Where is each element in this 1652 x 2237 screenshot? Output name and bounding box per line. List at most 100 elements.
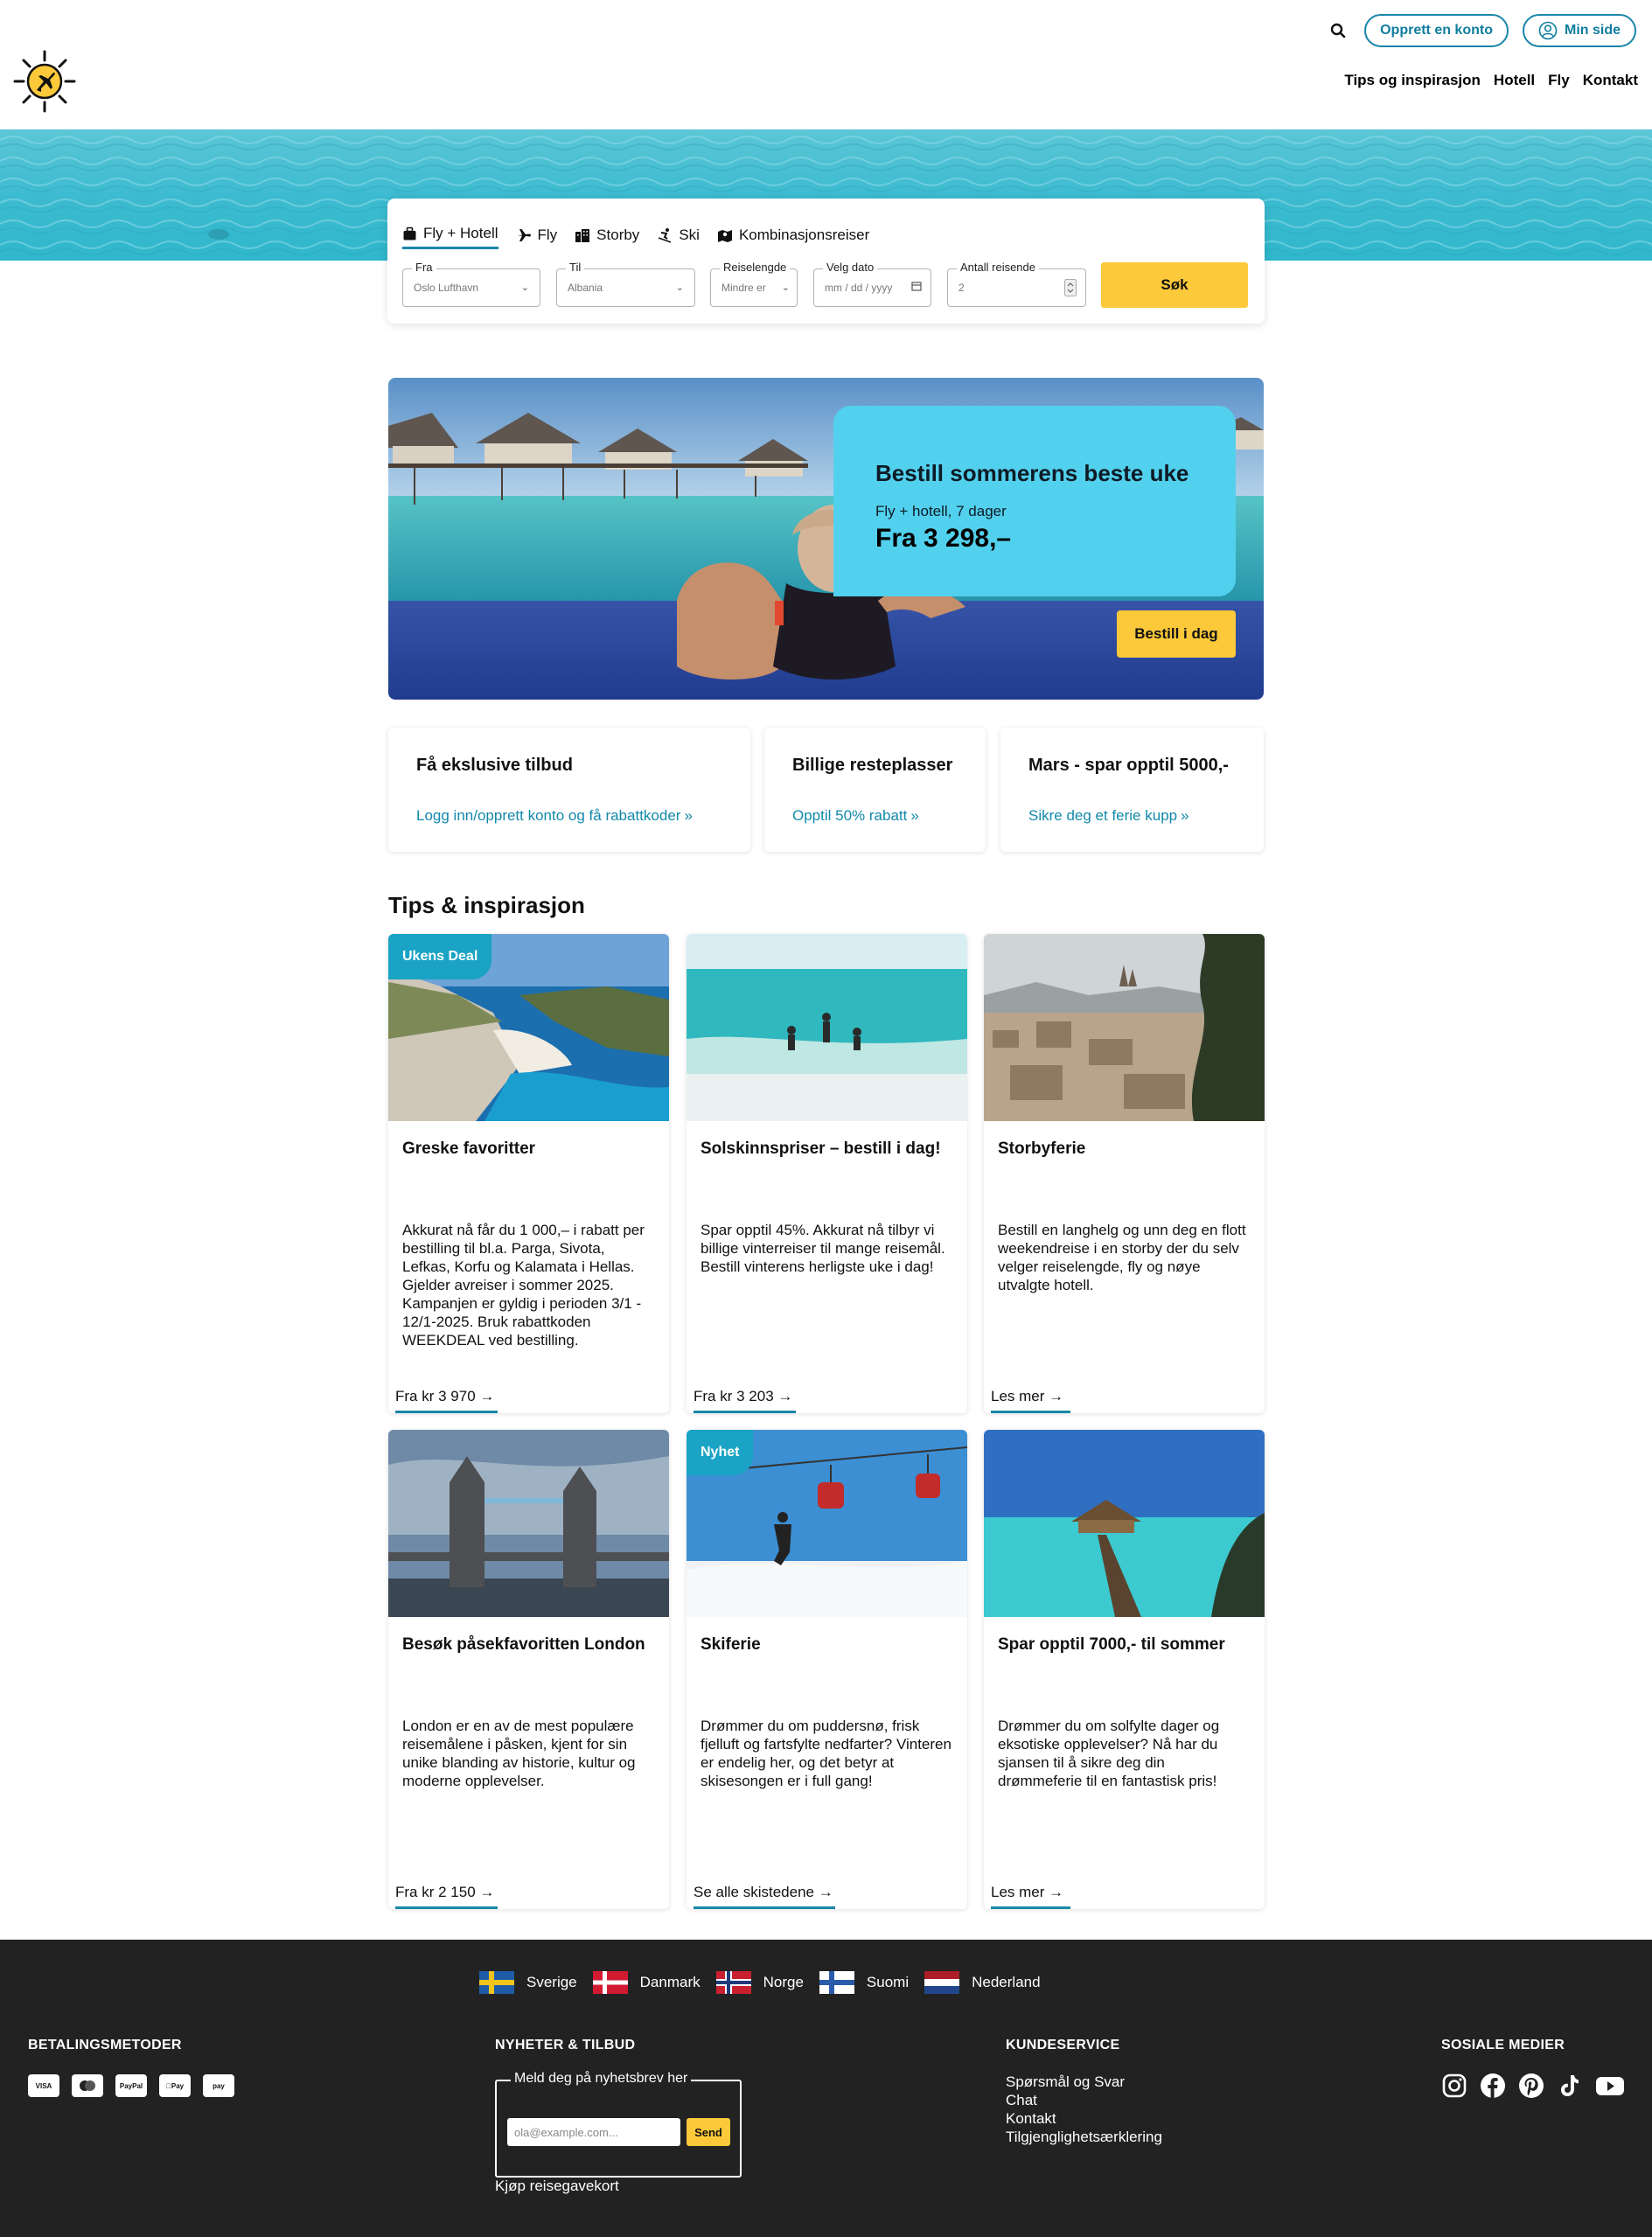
create-account-button[interactable]: Opprett en konto xyxy=(1364,14,1509,47)
length-label: Reiselengde xyxy=(720,261,791,274)
newsletter-box: Meld deg på nyhetsbrev her ola@example.c… xyxy=(495,2071,742,2178)
country-danmark[interactable]: Danmark xyxy=(592,1971,701,1994)
nav-fly[interactable]: Fly xyxy=(1548,72,1570,89)
tip-title: Besøk påsekfavoritten London xyxy=(402,1635,645,1654)
from-select[interactable]: Fra Oslo Lufthavn ⌄ xyxy=(402,261,540,307)
chat-link[interactable]: Chat xyxy=(1006,2091,1162,2109)
tip-link[interactable]: Les mer → xyxy=(991,1884,1070,1909)
tip-card[interactable]: Nyhet Skiferie Drømmer du om puddersnø, … xyxy=(687,1430,967,1909)
tab-fly-hotell[interactable]: Fly + Hotell xyxy=(402,225,498,249)
city-view-image xyxy=(984,934,1265,1121)
facebook-icon[interactable] xyxy=(1480,2073,1506,2099)
logo-sun-plane-icon[interactable] xyxy=(12,49,77,114)
tab-storby[interactable]: Storby xyxy=(575,225,639,249)
length-select[interactable]: Reiselengde Mindre er ⌄ xyxy=(710,261,798,307)
tab-kombinasjon[interactable]: Kombinasjonsreiser xyxy=(717,225,869,249)
my-page-button[interactable]: Min side xyxy=(1522,14,1636,47)
offer-title: Billige resteplasser xyxy=(792,756,953,775)
tower-bridge-image xyxy=(388,1430,669,1617)
travellers-label: Antall reisende xyxy=(957,261,1039,274)
tip-link-label: Les mer xyxy=(991,1388,1045,1404)
offer-title: Mars - spar opptil 5000,- xyxy=(1028,756,1229,775)
tip-text: Akkurat nå får du 1 000,– i rabatt per b… xyxy=(402,1222,645,1348)
tip-text: London er en av de mest populære reisemå… xyxy=(402,1718,636,1789)
tip-card[interactable]: Solskinnspriser – bestill i dag! Spar op… xyxy=(687,934,967,1413)
gift-card-link[interactable]: Kjøp reisegavekort xyxy=(495,2178,619,2195)
date-label: Velg dato xyxy=(823,261,878,274)
offer-link[interactable]: Opptil 50% rabatt» xyxy=(792,807,919,825)
tip-card[interactable]: Storbyferie Bestill en langhelg og unn d… xyxy=(984,934,1265,1413)
tip-card[interactable]: Besøk påsekfavoritten London London er e… xyxy=(388,1430,669,1909)
travellers-value: 2 xyxy=(958,282,965,294)
nav-kontakt[interactable]: Kontakt xyxy=(1583,72,1638,89)
tab-label: Storby xyxy=(596,226,640,243)
site-header: Opprett en konto Min side Tips og inspir… xyxy=(0,0,1652,129)
tip-link-label: Fra kr 3 970 xyxy=(395,1388,476,1404)
tip-title: Greske favoritter xyxy=(402,1139,536,1158)
calendar-icon[interactable] xyxy=(911,281,922,294)
chevron-down-icon: ⌄ xyxy=(675,282,684,293)
arrow-right-icon: → xyxy=(479,1884,495,1900)
newsletter-placeholder: ola@example.com... xyxy=(514,2125,618,2139)
country-norge[interactable]: Norge xyxy=(715,1971,804,1994)
tab-ski[interactable]: Ski xyxy=(657,225,700,249)
contact-link[interactable]: Kontakt xyxy=(1006,2109,1162,2128)
pinterest-icon[interactable] xyxy=(1518,2073,1544,2099)
chevron-down-icon: ⌄ xyxy=(520,282,529,293)
instagram-icon[interactable] xyxy=(1441,2073,1467,2099)
promo-price: Fra 3 298,– xyxy=(875,524,1012,553)
offer-link[interactable]: Sikre deg et ferie kupp» xyxy=(1028,807,1189,825)
tiktok-icon[interactable] xyxy=(1557,2073,1583,2099)
chevron-down-icon: ⌄ xyxy=(781,282,790,293)
accessibility-link[interactable]: Tilgjenglighetsærklering xyxy=(1006,2128,1162,2146)
offer-link-label: Logg inn/opprett konto og få rabattkoder xyxy=(416,807,681,824)
date-input[interactable]: Velg dato mm / dd / yyyy xyxy=(813,261,931,307)
offer-link[interactable]: Logg inn/opprett konto og få rabattkoder… xyxy=(416,807,693,825)
newsletter-send-label: Send xyxy=(694,2125,722,2139)
travellers-input[interactable]: Antall reisende 2 xyxy=(947,261,1086,307)
tip-link[interactable]: Se alle skistedene → xyxy=(694,1884,835,1909)
country-nederland[interactable]: Nederland xyxy=(924,1971,1041,1994)
country-label: Sverige xyxy=(526,1974,577,1990)
nav-hotell[interactable]: Hotell xyxy=(1494,72,1535,89)
overwater-bungalow-image xyxy=(984,1430,1265,1617)
offer-link-label: Opptil 50% rabatt xyxy=(792,807,908,824)
promo-card: Bestill sommerens beste uke Fly + hotell… xyxy=(833,406,1236,596)
newsletter-send-button[interactable]: Send xyxy=(687,2118,730,2146)
country-sverige[interactable]: Sverige xyxy=(479,1971,577,1994)
tip-link-label: Les mer xyxy=(991,1884,1045,1900)
map-pin-icon xyxy=(717,229,732,242)
search-submit-label: Søk xyxy=(1161,276,1188,293)
offer-card: Mars - spar opptil 5000,- Sikre deg et f… xyxy=(1000,728,1264,852)
tip-link[interactable]: Les mer → xyxy=(991,1388,1070,1413)
search-submit-button[interactable]: Søk xyxy=(1101,262,1248,308)
youtube-icon[interactable] xyxy=(1595,2073,1625,2099)
arrow-right-icon: → xyxy=(818,1884,833,1900)
promo-book-button[interactable]: Bestill i dag xyxy=(1117,610,1236,658)
nav-tips[interactable]: Tips og inspirasjon xyxy=(1344,72,1481,89)
tip-text: Drømmer du om solfylte dager og eksotisk… xyxy=(998,1718,1220,1789)
customer-service-links: Spørsmål og Svar Chat Kontakt Tilgjengli… xyxy=(1006,2073,1162,2146)
double-chevron-right-icon: » xyxy=(1181,807,1189,824)
search-tabs: Fly + Hotell Fly Storby Ski Kombinasjons… xyxy=(402,225,869,249)
tip-card[interactable]: Ukens Deal Greske favoritter Akkurat nå … xyxy=(388,934,669,1413)
tip-link[interactable]: Fra kr 2 150 → xyxy=(395,1884,498,1909)
tip-card[interactable]: Spar opptil 7000,- til sommer Drømmer du… xyxy=(984,1430,1265,1909)
mastercard-icon xyxy=(72,2074,103,2097)
stepper-icon[interactable] xyxy=(1064,279,1077,299)
to-select[interactable]: Til Albania ⌄ xyxy=(556,261,695,307)
arrow-right-icon: → xyxy=(1049,1388,1064,1404)
tip-link-label: Fra kr 3 203 xyxy=(694,1388,774,1404)
tip-link[interactable]: Fra kr 3 203 → xyxy=(694,1388,796,1413)
country-selector: Sverige Danmark Norge Suomi Nederland xyxy=(479,1971,1041,1994)
tab-fly[interactable]: Fly xyxy=(516,225,557,249)
country-suomi[interactable]: Suomi xyxy=(819,1971,909,1994)
search-icon[interactable] xyxy=(1326,18,1350,43)
tips-section-title: Tips & inspirasjon xyxy=(388,892,585,918)
tip-link[interactable]: Fra kr 3 970 → xyxy=(395,1388,498,1413)
newsletter-email-input[interactable]: ola@example.com... xyxy=(507,2118,680,2146)
faq-link[interactable]: Spørsmål og Svar xyxy=(1006,2073,1162,2091)
tip-link-label: Se alle skistedene xyxy=(694,1884,814,1900)
from-label: Fra xyxy=(412,261,436,274)
netherlands-flag-icon xyxy=(924,1971,960,1994)
